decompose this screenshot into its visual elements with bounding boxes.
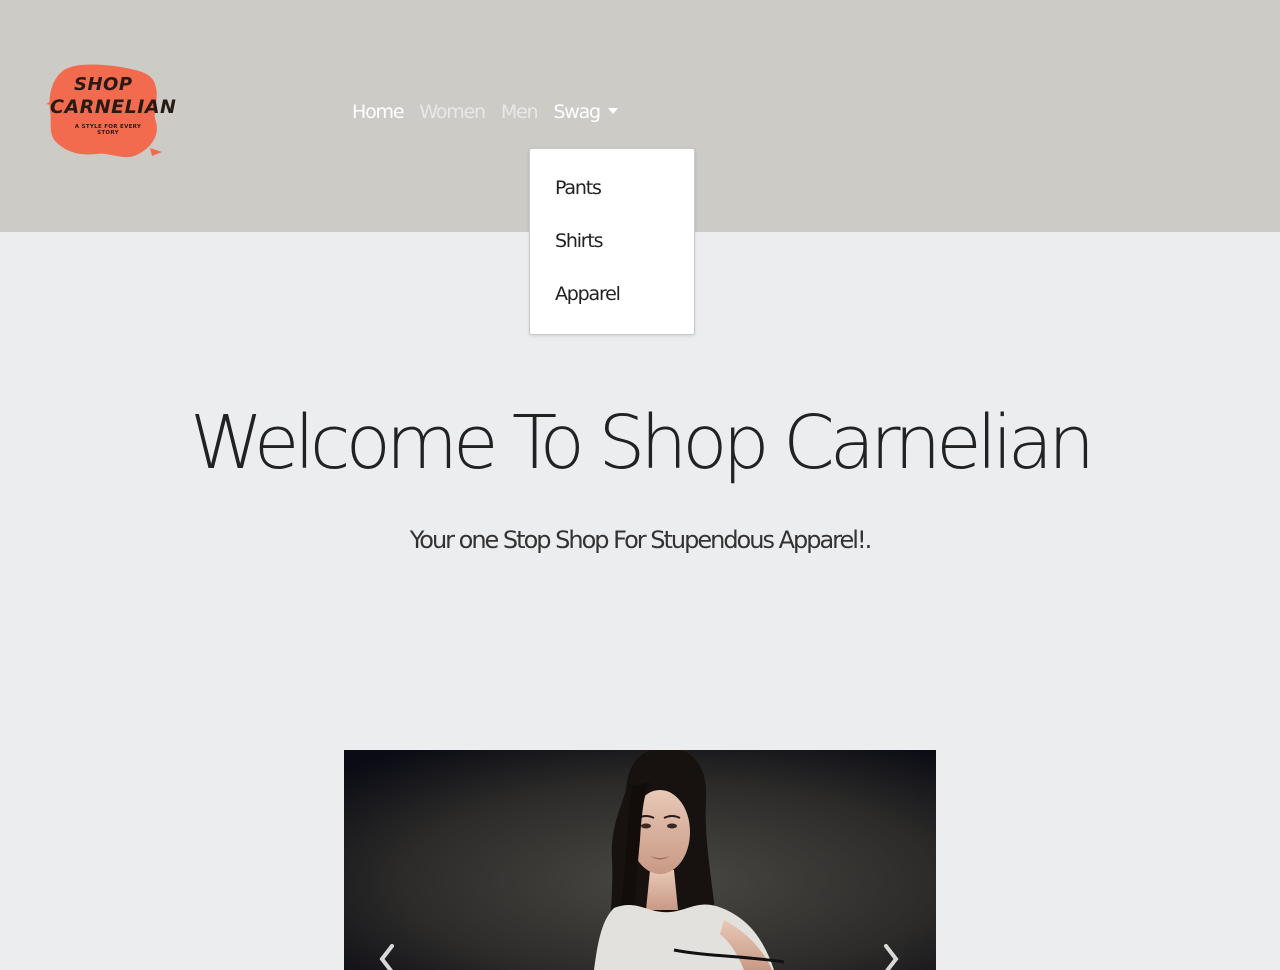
- dropdown-item-apparel[interactable]: Apparel: [555, 283, 621, 305]
- logo-text-shop: SHOP: [74, 74, 133, 95]
- caret-down-icon: [607, 108, 618, 114]
- nav-link-men[interactable]: Men: [501, 101, 539, 123]
- carousel-prev-button[interactable]: [376, 944, 400, 970]
- carousel-photo-model: [344, 750, 936, 970]
- nav-link-women[interactable]: Women: [419, 101, 486, 123]
- nav-link-swag-label: Swag: [553, 101, 601, 123]
- logo-text-carnelian: CARNELIAN: [50, 96, 177, 118]
- swag-dropdown-menu: Pants Shirts Apparel: [529, 148, 695, 335]
- nav-dropdown-swag[interactable]: Swag: [553, 101, 618, 123]
- logo-tagline: A STYLE FOR EVERY STORY: [74, 124, 142, 136]
- chevron-left-icon: [379, 944, 394, 970]
- dropdown-item-pants[interactable]: Pants: [555, 177, 602, 199]
- chevron-right-icon: [884, 944, 899, 970]
- hero-subtitle: Your one Stop Shop For Stupendous Appare…: [409, 526, 872, 554]
- hero-carousel[interactable]: [344, 750, 936, 970]
- nav-link-home[interactable]: Home: [352, 101, 405, 123]
- hero-title: Welcome To Shop Carnelian: [189, 400, 1095, 486]
- main-nav: Home Women Men Swag: [352, 97, 618, 127]
- carousel-next-button[interactable]: [878, 944, 902, 970]
- shop-carnelian-logo[interactable]: SHOP CARNELIAN A STYLE FOR EVERY STORY: [46, 60, 176, 160]
- dropdown-item-shirts[interactable]: Shirts: [555, 230, 604, 252]
